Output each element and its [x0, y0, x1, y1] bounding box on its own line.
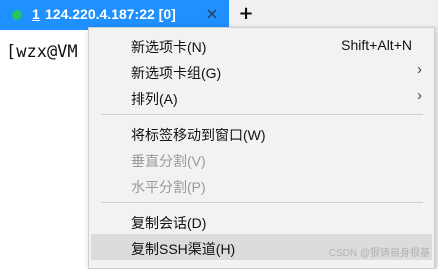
tab-bar: 1 124.220.4.187:22 [0] × +	[0, 0, 438, 30]
menu-item-duplicate-session[interactable]: 复制会话(D)	[91, 208, 432, 234]
menu-item-move-tab-to-window[interactable]: 将标签移动到窗口(W)	[91, 120, 432, 146]
watermark: CSDN @狠铸自身根基	[328, 248, 430, 259]
terminal-prompt: [wzx@VM	[6, 42, 78, 62]
session-tab[interactable]: 1 124.220.4.187:22 [0] ×	[0, 0, 229, 30]
menu-item-label: 新选项卡(N)	[131, 39, 207, 55]
menu-item-split-horizontal: 水平分割(P)	[91, 172, 432, 198]
menu-item-arrange[interactable]: 排列(A) ›	[91, 84, 432, 110]
menu-item-new-tab-group[interactable]: 新选项卡组(G) ›	[91, 58, 432, 84]
menu-item-label: 新选项卡组(G)	[131, 65, 222, 81]
menu-item-label: 将标签移动到窗口(W)	[131, 127, 266, 143]
chevron-right-icon: ›	[417, 61, 422, 78]
tab-number: 1	[32, 6, 40, 22]
menu-item-label: 水平分割(P)	[131, 179, 206, 195]
menu-separator	[101, 202, 423, 203]
new-tab-icon[interactable]: +	[236, 3, 256, 25]
menu-item-shortcut: Shift+Alt+N	[341, 37, 412, 53]
menu-item-label: 排列(A)	[131, 91, 178, 107]
menu-item-label: 垂直分割(V)	[131, 153, 206, 169]
close-tab-icon[interactable]: ×	[204, 4, 220, 24]
menu-item-label: 复制SSH渠道(H)	[131, 241, 236, 257]
menu-item-new-tab[interactable]: 新选项卡(N) Shift+Alt+N	[91, 32, 432, 58]
context-menu: 新选项卡(N) Shift+Alt+N 新选项卡组(G) › 排列(A) › 将…	[88, 27, 435, 269]
chevron-right-icon: ›	[417, 87, 422, 104]
tab-title: 124.220.4.187:22 [0]	[45, 6, 176, 22]
menu-item-label: 复制会话(D)	[131, 215, 207, 231]
connection-status-icon	[12, 10, 22, 20]
menu-separator	[101, 114, 423, 115]
menu-item-split-vertical: 垂直分割(V)	[91, 146, 432, 172]
